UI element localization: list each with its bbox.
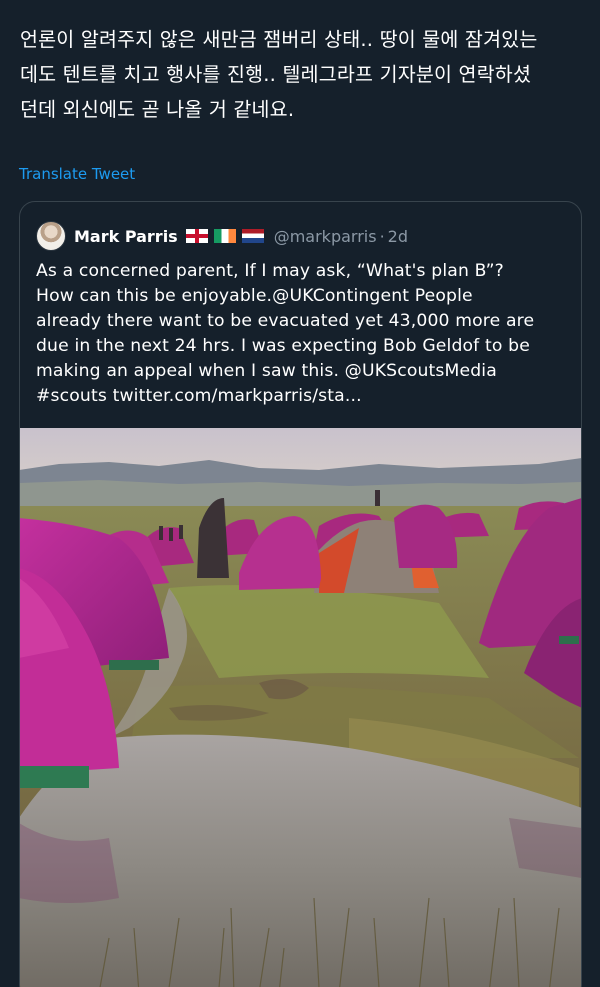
quoted-text-line: As a concerned parent, If I may ask, “Wh… — [36, 261, 504, 281]
separator-dot: · — [379, 226, 385, 246]
flooded-campsite-photo[interactable] — [19, 428, 582, 987]
quoted-text-line: How can this be enjoyable.@UKContingent … — [36, 286, 473, 306]
translate-tweet-link[interactable]: Translate Tweet — [19, 165, 135, 183]
tweet-age[interactable]: 2d — [388, 227, 408, 246]
quoted-text-line: due in the next 24 hrs. I was expecting … — [36, 336, 530, 356]
avatar[interactable] — [36, 221, 66, 251]
tweet-text: 언론이 알려주지 않은 새만금 잼버리 상태.. 땅이 물에 잠겨있는 데도 텐… — [20, 22, 585, 127]
quoted-text-line: #scouts twitter.com/markparris/sta... — [36, 386, 362, 406]
flag-emojis — [185, 229, 264, 243]
tweet-text-line: 언론이 알려주지 않은 새만금 잼버리 상태.. 땅이 물에 잠겨있는 — [20, 28, 538, 51]
netherlands-flag-icon — [241, 229, 264, 243]
ireland-flag-icon — [213, 229, 236, 243]
quoted-text-line: making an appeal when I saw this. @UKSco… — [36, 361, 497, 381]
quoted-tweet-card[interactable]: Mark Parris @markparris · 2d As a concer… — [19, 201, 582, 987]
quoted-text-line: already there want to be evacuated yet 4… — [36, 311, 535, 331]
author-name[interactable]: Mark Parris — [74, 227, 178, 246]
quoted-tweet-header: Mark Parris @markparris · 2d — [36, 220, 408, 252]
tweet-text-line: 데도 텐트를 치고 행사를 진행.. 텔레그라프 기자분이 연락하셨 — [20, 63, 532, 86]
tweet-text-line: 던데 외신에도 곧 나올 거 같네요. — [20, 98, 295, 121]
tweet: 언론이 알려주지 않은 새만금 잼버리 상태.. 땅이 물에 잠겨있는 데도 텐… — [0, 0, 600, 987]
author-handle[interactable]: @markparris — [274, 227, 377, 246]
quoted-tweet-text: As a concerned parent, If I may ask, “Wh… — [36, 259, 571, 409]
england-flag-icon — [185, 229, 208, 243]
